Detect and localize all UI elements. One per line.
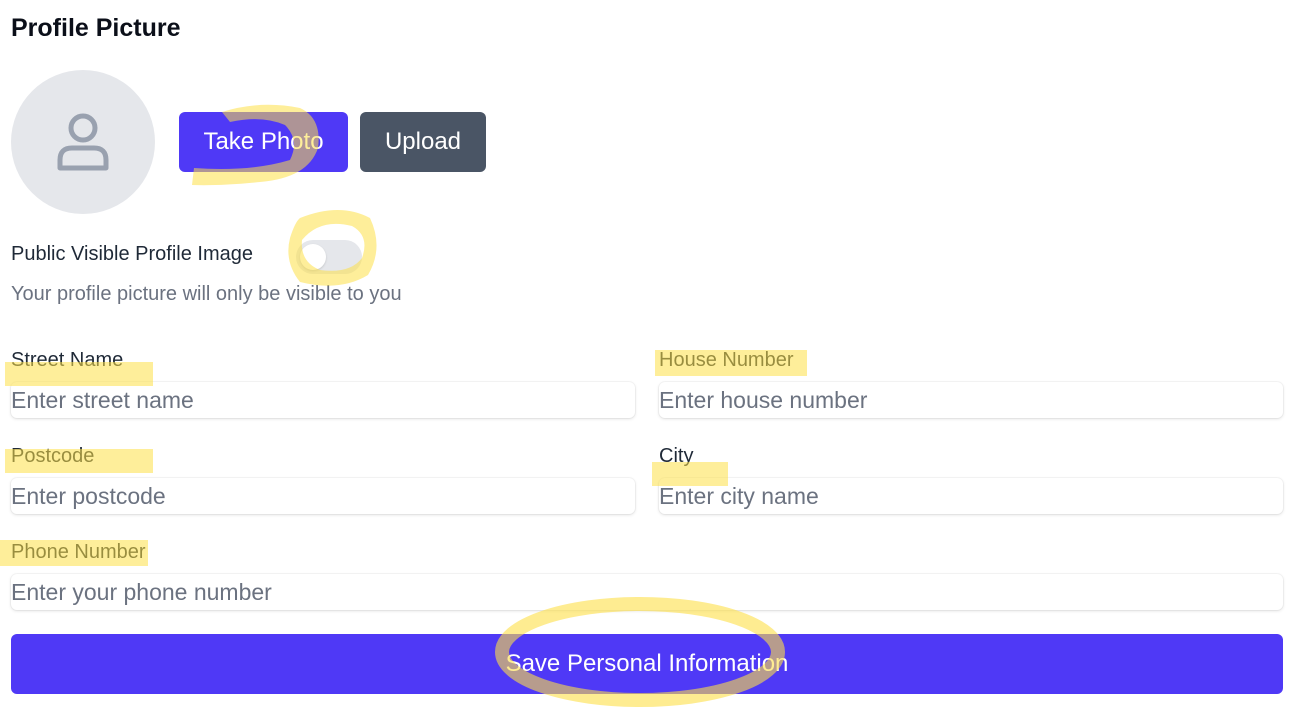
visibility-helper-text: Your profile picture will only be visibl… (11, 283, 402, 305)
avatar (11, 70, 155, 214)
city-input[interactable] (659, 478, 1283, 514)
toggle-knob[interactable] (300, 244, 326, 270)
phone-number-input[interactable] (11, 574, 1283, 610)
page-title: Profile Picture (11, 14, 181, 42)
postcode-input[interactable] (11, 478, 635, 514)
take-photo-button[interactable]: Take Photo (179, 112, 348, 172)
house-number-label: House Number (659, 349, 794, 371)
street-name-label: Street Name (11, 349, 124, 371)
upload-button[interactable]: Upload (360, 112, 486, 172)
house-number-input[interactable] (659, 382, 1283, 418)
city-label: City (659, 445, 694, 467)
user-icon (57, 113, 109, 171)
phone-number-label: Phone Number (11, 541, 146, 563)
visibility-toggle[interactable] (296, 240, 362, 274)
postcode-label: Postcode (11, 445, 95, 467)
visibility-label: Public Visible Profile Image (11, 243, 253, 265)
street-name-input[interactable] (11, 382, 635, 418)
save-personal-information-button[interactable]: Save Personal Information (11, 634, 1283, 694)
